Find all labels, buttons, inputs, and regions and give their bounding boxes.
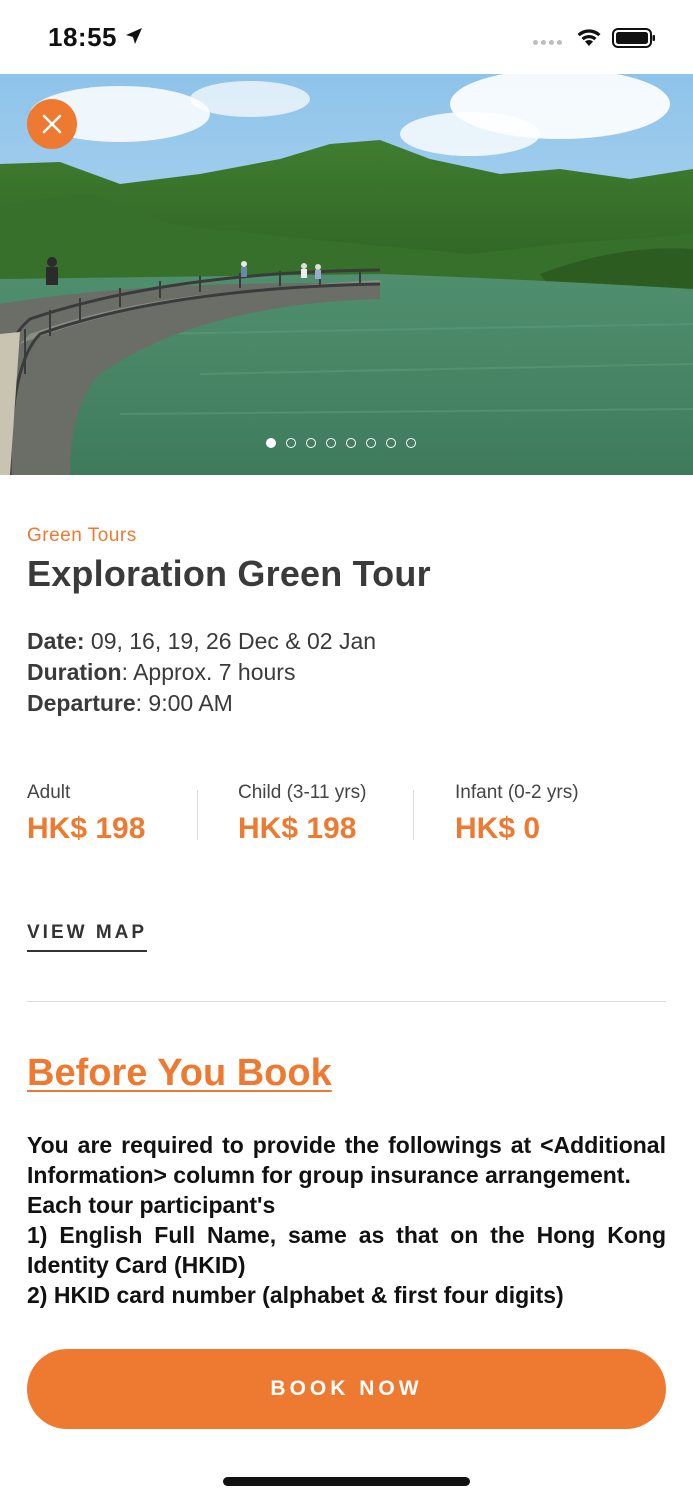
close-button[interactable]	[27, 99, 77, 149]
price-value: HK$ 198	[27, 812, 146, 845]
price-child: Child (3-11 yrs) HK$ 198	[238, 782, 366, 846]
date-label: Date:	[27, 628, 85, 654]
location-arrow-icon	[126, 28, 142, 44]
close-icon	[42, 114, 62, 134]
requirement-paragraph: You are required to provide the followin…	[27, 1132, 666, 1188]
duration-label: Duration	[27, 659, 122, 685]
tour-info: Date: 09, 16, 19, 26 Dec & 02 Jan Durati…	[27, 626, 376, 719]
before-you-book-text: You are required to provide the followin…	[27, 1130, 666, 1335]
reservoir-landscape-image	[0, 74, 693, 475]
carousel-dot[interactable]	[386, 438, 396, 448]
view-map-link[interactable]: VIEW MAP	[27, 922, 148, 952]
price-value: HK$ 198	[238, 812, 357, 845]
date-value: 09, 16, 19, 26 Dec & 02 Jan	[84, 628, 377, 654]
tour-date: Date: 09, 16, 19, 26 Dec & 02 Jan	[27, 626, 376, 657]
carousel-dot[interactable]	[406, 438, 416, 448]
price-label: Adult	[27, 782, 71, 803]
requirement-line: 2) HKID card number (alphabet & first fo…	[27, 1282, 564, 1308]
departure-label: Departure	[27, 690, 136, 716]
departure-value: : 9:00 AM	[135, 690, 233, 716]
home-indicator	[223, 1477, 470, 1486]
before-you-book-link[interactable]: Before You Book	[27, 1052, 332, 1095]
tour-header: Green Tours Exploration Green Tour	[27, 525, 666, 595]
requirement-line: Each tour participant's	[27, 1192, 276, 1218]
hero-image[interactable]	[0, 74, 693, 475]
battery-icon	[612, 28, 655, 48]
carousel-dot[interactable]	[346, 438, 356, 448]
tour-title: Exploration Green Tour	[27, 553, 431, 594]
status-time: 18:55	[48, 22, 117, 52]
tour-departure: Departure: 9:00 AM	[27, 688, 376, 719]
price-divider	[197, 790, 198, 840]
carousel-indicator[interactable]	[266, 438, 416, 448]
price-value: HK$ 0	[455, 812, 541, 845]
carousel-dot-active[interactable]	[266, 438, 276, 448]
price-divider	[413, 790, 414, 840]
tour-duration: Duration: Approx. 7 hours	[27, 657, 376, 688]
carousel-dot[interactable]	[306, 438, 316, 448]
requirement-line: 1) English Full Name, same as that on th…	[27, 1222, 666, 1278]
signal-icon	[533, 40, 562, 45]
carousel-dot[interactable]	[286, 438, 296, 448]
book-now-button[interactable]: BOOK NOW	[27, 1349, 666, 1429]
price-label: Child (3-11 yrs)	[238, 782, 367, 803]
price-list: Adult HK$ 198 Child (3-11 yrs) HK$ 198 I…	[27, 782, 666, 852]
price-infant: Infant (0-2 yrs) HK$ 0	[455, 782, 579, 846]
duration-value: : Approx. 7 hours	[121, 659, 296, 685]
status-bar: 18:55	[0, 0, 693, 74]
price-label: Infant (0-2 yrs)	[455, 782, 579, 803]
wifi-icon	[577, 29, 601, 46]
price-adult: Adult HK$ 198	[27, 782, 145, 846]
tour-category: Green Tours	[27, 525, 137, 546]
section-divider	[27, 1001, 666, 1002]
carousel-dot[interactable]	[326, 438, 336, 448]
carousel-dot[interactable]	[366, 438, 376, 448]
